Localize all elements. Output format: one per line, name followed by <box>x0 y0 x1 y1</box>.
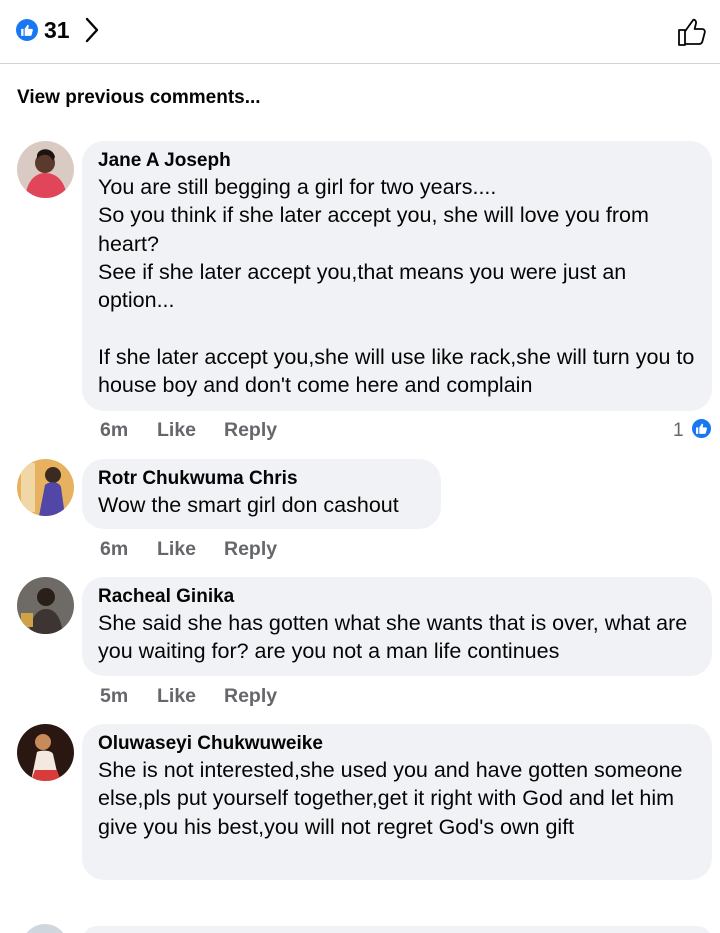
like-icon[interactable] <box>690 417 713 440</box>
like-icon[interactable] <box>16 19 38 41</box>
comment-bubble <box>82 926 712 933</box>
comment-author[interactable]: Racheal Ginika <box>98 585 696 609</box>
comment-time[interactable]: 6m <box>100 419 128 442</box>
avatar[interactable] <box>17 577 74 634</box>
comment-bubble: Rotr Chukwuma Chris Wow the smart girl d… <box>82 459 441 529</box>
reply-button[interactable]: Reply <box>224 685 277 708</box>
comment-author[interactable]: Jane A Joseph <box>98 149 696 173</box>
comment-bubble: Oluwaseyi Chukwuweike She is not interes… <box>82 724 712 880</box>
comment-bubble: Racheal Ginika She said she has gotten w… <box>82 577 712 676</box>
comment-author[interactable]: Rotr Chukwuma Chris <box>98 467 425 491</box>
view-previous-comments-link[interactable]: View previous comments... <box>17 87 261 109</box>
avatar[interactable] <box>17 459 74 516</box>
comment-time[interactable]: 5m <box>100 685 128 708</box>
comment-reaction-count[interactable]: 1 <box>673 420 684 442</box>
avatar[interactable] <box>22 924 68 933</box>
reactions-header: 31 <box>0 0 720 64</box>
like-button[interactable]: Like <box>157 538 196 561</box>
comment-text: Wow the smart girl don cashout <box>98 493 399 517</box>
like-button[interactable]: Like <box>157 685 196 708</box>
reply-button[interactable]: Reply <box>224 419 277 442</box>
avatar[interactable] <box>17 724 74 781</box>
like-outline-icon[interactable] <box>676 16 708 48</box>
chevron-right-icon[interactable] <box>84 16 100 44</box>
comment-author[interactable]: Oluwaseyi Chukwuweike <box>98 732 696 756</box>
reaction-count[interactable]: 31 <box>44 17 70 44</box>
comment-text: She is not interested,she used you and h… <box>98 758 689 839</box>
like-button[interactable]: Like <box>157 419 196 442</box>
comment-text: She said she has gotten what she wants t… <box>98 611 694 664</box>
avatar[interactable] <box>17 141 74 198</box>
reply-button[interactable]: Reply <box>224 538 277 561</box>
comment-time[interactable]: 6m <box>100 538 128 561</box>
comment-bubble: Jane A Joseph You are still begging a gi… <box>82 141 712 411</box>
comment-text: You are still begging a girl for two yea… <box>98 175 695 398</box>
